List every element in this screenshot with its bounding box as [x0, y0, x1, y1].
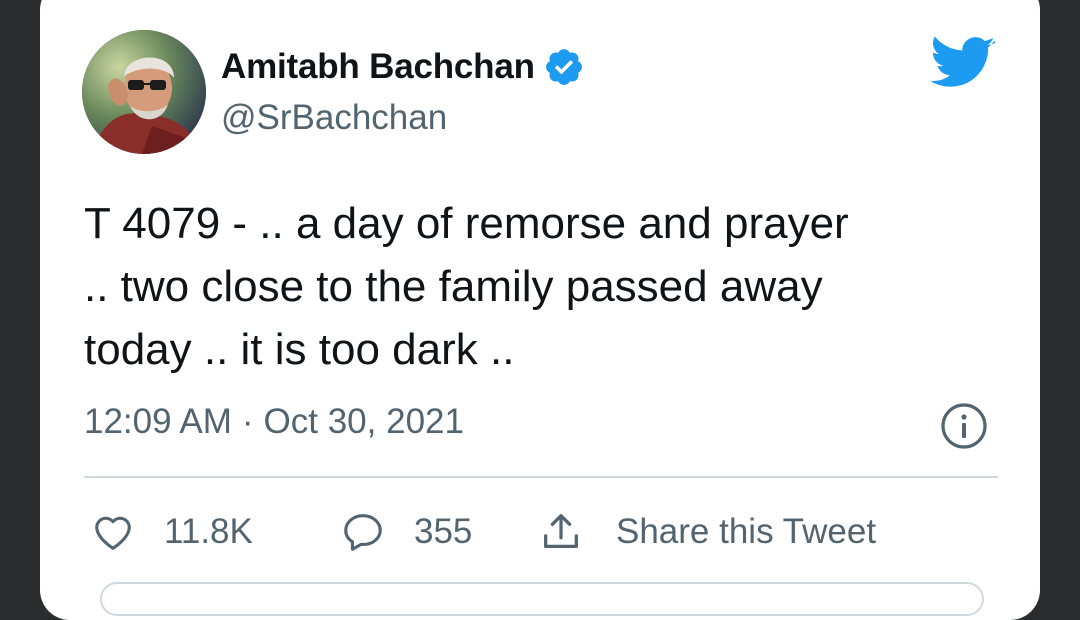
- tweet-time: 12:09 AM: [84, 402, 232, 441]
- info-icon[interactable]: [940, 402, 988, 450]
- meta-separator: ·: [241, 402, 254, 441]
- heart-icon: [95, 516, 131, 550]
- avatar[interactable]: [82, 30, 206, 154]
- share-label: Share this Tweet: [616, 512, 877, 551]
- author-name[interactable]: Amitabh Bachchan: [221, 47, 535, 87]
- twitter-bird-icon[interactable]: [930, 36, 996, 92]
- divider: [84, 476, 998, 478]
- tweet-text-line: today .. it is too dark ..: [84, 325, 515, 374]
- tweet-text: T 4079 - .. a day of remorse and prayer …: [84, 192, 1004, 381]
- verified-badge-icon: [545, 49, 582, 85]
- author-handle[interactable]: @SrBachchan: [221, 98, 447, 138]
- share-button[interactable]: Share this Tweet: [538, 509, 876, 555]
- like-button[interactable]: 11.8K: [90, 509, 340, 555]
- tweet-timestamp[interactable]: 12:09 AM · Oct 30, 2021: [84, 402, 464, 442]
- reply-bubble-icon: [344, 514, 382, 551]
- tweet-date: Oct 30, 2021: [263, 402, 464, 441]
- tweet-text-line: .. two close to the family passed away: [84, 262, 823, 311]
- share-icon: [544, 514, 578, 549]
- reply-count: 355: [414, 512, 473, 551]
- action-bar: 11.8K 355 Share this Tweet: [90, 506, 876, 558]
- reply-button[interactable]: 355: [340, 509, 538, 555]
- author-row: Amitabh Bachchan: [221, 44, 585, 90]
- bottom-button-edge[interactable]: [100, 582, 984, 616]
- tweet-text-line: T 4079 - .. a day of remorse and prayer: [84, 199, 849, 248]
- like-count: 11.8K: [164, 512, 253, 551]
